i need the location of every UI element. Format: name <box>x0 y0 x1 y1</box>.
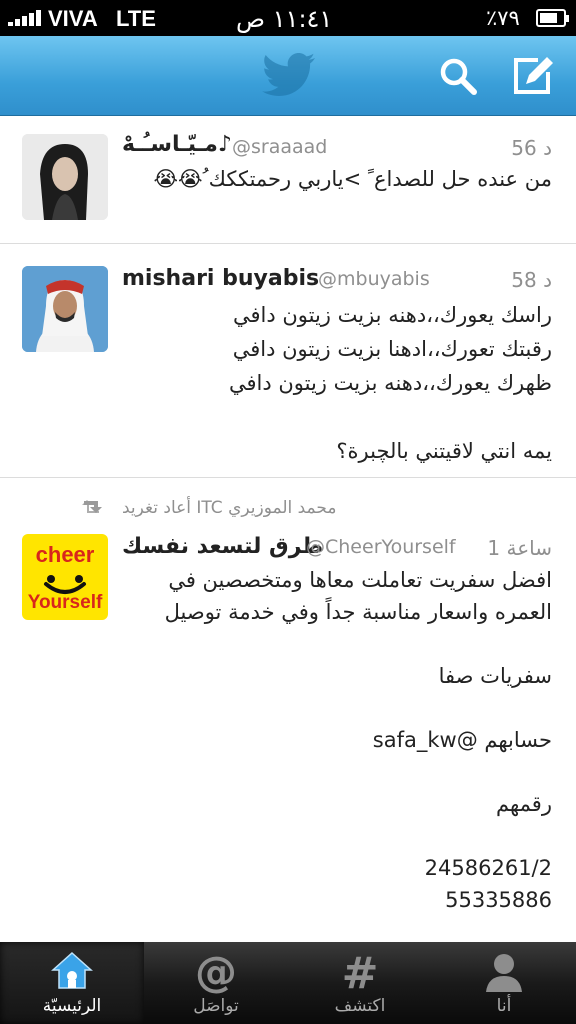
avatar[interactable]: cheer Yourself <box>22 534 108 620</box>
tweet-author-handle[interactable]: @mbuyabis <box>318 268 430 290</box>
tab-bar: الرئيسيّة @ تواصَل # اكتشف أنا <box>0 942 576 1024</box>
status-bar: VIVA LTE ١١:٤١ ص ٪٧٩ <box>0 0 576 36</box>
tab-discover[interactable]: # اكتشف <box>288 942 432 1024</box>
tweet-text: افضل سفريت تعاملت معاها ومتخصصين في العم… <box>164 568 552 912</box>
avatar[interactable] <box>22 266 108 352</box>
network-type: LTE <box>116 6 156 31</box>
battery-icon <box>536 9 569 27</box>
person-icon <box>486 954 522 992</box>
tweet-author-name[interactable]: طرق لتسعد نفسك <box>122 534 323 559</box>
search-icon[interactable] <box>436 54 480 98</box>
tweet-timestamp: 1 ساعة <box>487 536 552 560</box>
svg-text:#: # <box>342 950 379 994</box>
tweet-text: راسك يعورك،،دهنه بزيت زيتون دافي رقبتك ت… <box>228 303 552 463</box>
status-time: ١١:٤١ ص <box>236 5 333 33</box>
tweet-item[interactable]: محمد الموزيري ITC أعاد تغريد cheer Yours… <box>0 478 576 942</box>
user-photo-icon <box>22 134 108 220</box>
twitter-bird-icon <box>262 53 315 96</box>
svg-text:@: @ <box>195 950 237 994</box>
tab-home[interactable]: الرئيسيّة <box>0 942 144 1024</box>
compose-icon[interactable] <box>510 54 554 98</box>
tweet-timestamp: 56 د <box>511 136 552 160</box>
tweet-author-handle[interactable]: @CheerYourself <box>306 536 456 558</box>
tab-label: الرئيسيّة <box>42 996 102 1016</box>
tweet-text: من عنده حل للصداع ً >ياربي رحمتككك ُ😭😭 <box>153 167 552 191</box>
tweet-timestamp: 58 د <box>511 268 552 292</box>
tweet-item[interactable]: mishari buyabis @mbuyabis 58 د راسك يعور… <box>0 244 576 478</box>
tab-connect[interactable]: @ تواصَل <box>144 942 288 1024</box>
home-icon <box>51 951 93 989</box>
retweeted-by[interactable]: محمد الموزيري ITC أعاد تغريد <box>122 498 336 518</box>
retweet-icon <box>82 500 102 513</box>
battery-percent: ٪٧٩ <box>486 6 520 30</box>
tweet-item[interactable]: مـيّـاسـُـهْ♪ @sraaaad 56 د من عنده حل ل… <box>0 116 576 244</box>
user-photo-icon <box>22 266 108 352</box>
signal-strength-icon <box>8 10 44 26</box>
tweet-author-name[interactable]: مـيّـاسـُـهْ♪ <box>122 132 232 157</box>
tab-me[interactable]: أنا <box>432 942 576 1024</box>
tab-label: أنا <box>496 996 512 1016</box>
carrier-name: VIVA <box>48 6 98 31</box>
avatar[interactable] <box>22 134 108 220</box>
at-icon: @ <box>195 950 237 994</box>
tab-label: تواصَل <box>193 996 239 1016</box>
hashtag-icon: # <box>342 950 379 994</box>
navigation-bar <box>0 36 576 116</box>
tweet-author-handle[interactable]: @sraaaad <box>232 136 327 158</box>
tweet-author-name[interactable]: mishari buyabis <box>122 266 319 291</box>
avatar-text-bottom: Yourself <box>27 592 103 613</box>
tab-label: اكتشف <box>334 996 386 1016</box>
